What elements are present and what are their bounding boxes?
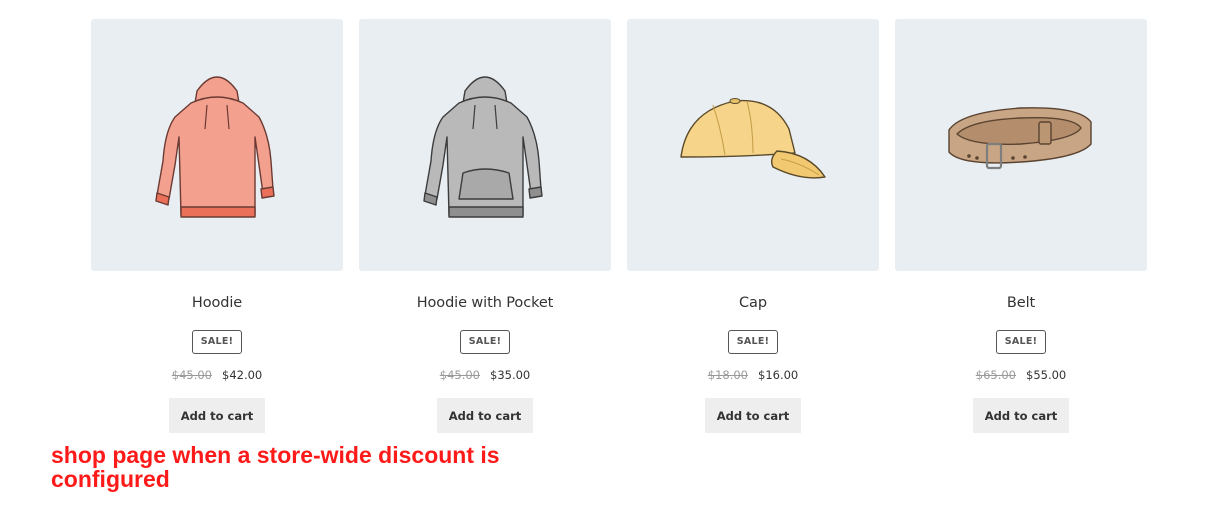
sale-price: $35.00 xyxy=(490,368,531,382)
gray-hoodie-pocket-icon xyxy=(423,76,543,218)
shop-page: Hoodie SALE! $45.00 $42.00 Add to cart H… xyxy=(0,0,1224,511)
pink-hoodie-icon xyxy=(155,76,275,218)
add-to-cart-button[interactable]: Add to cart xyxy=(169,398,265,433)
sale-price: $16.00 xyxy=(758,368,799,382)
add-to-cart-button[interactable]: Add to cart xyxy=(705,398,801,433)
regular-price: $45.00 xyxy=(439,368,480,382)
regular-price: $18.00 xyxy=(707,368,748,382)
product-card: Hoodie with Pocket SALE! $45.00 $35.00 A… xyxy=(359,19,611,433)
sale-price: $42.00 xyxy=(222,368,263,382)
product-title[interactable]: Belt xyxy=(1007,291,1035,315)
product-title[interactable]: Hoodie xyxy=(192,291,242,315)
sale-badge: SALE! xyxy=(191,330,243,354)
product-grid: Hoodie SALE! $45.00 $42.00 Add to cart H… xyxy=(91,19,1147,433)
product-title[interactable]: Hoodie with Pocket xyxy=(417,291,554,315)
product-price: $45.00 $35.00 xyxy=(440,365,531,385)
product-price: $18.00 $16.00 xyxy=(708,365,799,385)
product-title[interactable]: Cap xyxy=(739,291,767,315)
sale-price: $55.00 xyxy=(1026,368,1067,382)
product-image[interactable] xyxy=(627,19,879,271)
product-card: Belt SALE! $65.00 $55.00 Add to cart xyxy=(895,19,1147,433)
product-card: Cap SALE! $18.00 $16.00 Add to cart xyxy=(627,19,879,433)
sale-badge: SALE! xyxy=(727,330,779,354)
product-image[interactable] xyxy=(91,19,343,271)
add-to-cart-button[interactable]: Add to cart xyxy=(437,398,533,433)
product-image[interactable] xyxy=(359,19,611,271)
brown-belt-icon xyxy=(948,107,1092,170)
product-card: Hoodie SALE! $45.00 $42.00 Add to cart xyxy=(91,19,343,433)
product-price: $65.00 $55.00 xyxy=(976,365,1067,385)
regular-price: $45.00 xyxy=(171,368,212,382)
annotation-caption: shop page when a store-wide discount is … xyxy=(51,442,500,492)
add-to-cart-button[interactable]: Add to cart xyxy=(973,398,1069,433)
sale-badge: SALE! xyxy=(995,330,1047,354)
product-price: $45.00 $42.00 xyxy=(172,365,263,385)
yellow-cap-icon xyxy=(680,98,826,179)
regular-price: $65.00 xyxy=(975,368,1016,382)
product-image[interactable] xyxy=(895,19,1147,271)
sale-badge: SALE! xyxy=(459,330,511,354)
